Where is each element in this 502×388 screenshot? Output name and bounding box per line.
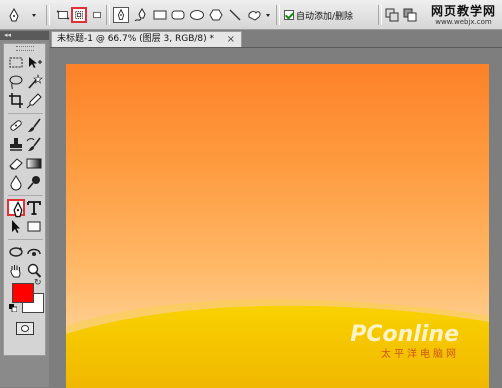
polygon-button[interactable]: [208, 7, 224, 23]
drop-icon: [10, 175, 22, 191]
3d-rotate-icon: [9, 247, 23, 257]
3d-orbit-tool[interactable]: [25, 243, 43, 260]
move-tool[interactable]: [25, 54, 43, 71]
logo-subtext: 太平洋电脑网: [381, 349, 459, 360]
clone-stamp-tool[interactable]: [7, 136, 25, 153]
lasso-icon: [9, 75, 23, 90]
options-bar: 自动添加/删除 网页教学网 www.webjx.com: [0, 0, 502, 30]
pen-icon: [9, 7, 36, 22]
toolbox: ↻: [3, 43, 46, 356]
pconline-logo: PConline 太平洋电脑网: [350, 322, 459, 360]
eraser-icon: [9, 158, 23, 170]
gradient-tool[interactable]: [25, 155, 43, 172]
path-subtract-icon: [403, 8, 417, 22]
polygon-icon: [209, 9, 223, 21]
rounded-rectangle-icon: [171, 10, 185, 20]
zoom-tool[interactable]: [25, 262, 43, 279]
dodge-icon: [27, 176, 40, 190]
site-watermark: 网页教学网 www.webjx.com: [431, 2, 496, 26]
magic-wand-icon: [28, 74, 43, 89]
magic-wand-tool[interactable]: [25, 73, 43, 90]
watermark-url: www.webjx.com: [435, 18, 492, 26]
rectangle-tool[interactable]: [25, 218, 43, 235]
bandage-icon: [10, 120, 22, 131]
paths-button[interactable]: [71, 7, 87, 23]
canvas[interactable]: PConline 太平洋电脑网: [66, 64, 489, 388]
shape-layers-button[interactable]: [55, 7, 71, 23]
stamp-icon: [10, 138, 22, 151]
rectangle-button[interactable]: [152, 7, 168, 23]
brush-icon: [28, 118, 41, 132]
rectangle-icon: [27, 221, 41, 232]
toolbox-panel: ◂◂ ↻: [0, 31, 49, 387]
tool-preset-picker[interactable]: [6, 7, 38, 23]
line-button[interactable]: [227, 7, 243, 23]
blur-tool[interactable]: [7, 174, 25, 191]
pen-icon: [117, 8, 125, 20]
logo-text: PConline: [350, 322, 459, 347]
auto-add-delete-checkbox[interactable]: [284, 10, 294, 20]
document-title: 未标题-1 @ 66.7% (图层 3, RGB/8) *: [57, 34, 214, 44]
toolbox-grip[interactable]: [16, 46, 34, 51]
swap-colors-icon[interactable]: ↻: [34, 278, 42, 288]
ellipse-icon: [190, 10, 204, 20]
arrow-icon: [12, 220, 20, 233]
history-brush-icon: [26, 137, 41, 151]
rounded-rectangle-button[interactable]: [170, 7, 186, 23]
toolbox-collapse-button[interactable]: ◂◂: [0, 31, 49, 40]
crop-tool[interactable]: [7, 92, 25, 109]
document-window: PConline 太平洋电脑网: [50, 47, 502, 388]
pen-tool[interactable]: [7, 199, 25, 218]
crop-icon: [9, 93, 23, 108]
3d-rotate-tool[interactable]: [7, 243, 25, 260]
marquee-icon: [9, 57, 23, 68]
gradient-icon: [26, 158, 42, 169]
eraser-tool[interactable]: [7, 155, 25, 172]
fill-pixels-button[interactable]: [89, 7, 105, 23]
freeform-pen-button[interactable]: [133, 7, 149, 23]
history-brush-tool[interactable]: [25, 136, 43, 153]
marquee-tool[interactable]: [7, 54, 25, 71]
path-selection-tool[interactable]: [7, 218, 25, 235]
lasso-tool[interactable]: [7, 73, 25, 90]
ellipse-button[interactable]: [189, 7, 205, 23]
paths-icon: [75, 11, 83, 19]
close-icon[interactable]: ×: [227, 32, 235, 47]
healing-brush-tool[interactable]: [7, 117, 25, 134]
shape-layers-icon: [56, 10, 70, 20]
dodge-tool[interactable]: [25, 174, 43, 191]
line-icon: [229, 9, 241, 21]
watermark-title: 网页教学网: [430, 4, 496, 18]
hand-tool[interactable]: [7, 262, 25, 279]
eyedropper-icon: [26, 93, 42, 109]
rectangle-icon: [153, 10, 167, 20]
auto-add-delete-label: 自动添加/删除: [296, 12, 354, 22]
path-subtract-button[interactable]: [402, 7, 418, 23]
eyedropper-tool[interactable]: [25, 92, 43, 109]
brush-tool[interactable]: [25, 117, 43, 134]
pen-tool-button[interactable]: [113, 7, 129, 23]
document-tab[interactable]: 未标题-1 @ 66.7% (图层 3, RGB/8) * ×: [51, 31, 242, 47]
hand-icon: [10, 265, 21, 278]
custom-shape-icon: [248, 11, 270, 21]
path-add-button[interactable]: [384, 7, 400, 23]
3d-orbit-icon: [27, 248, 41, 256]
freeform-pen-icon: [134, 8, 146, 22]
fill-pixels-icon: [93, 11, 101, 19]
custom-shape-button[interactable]: [246, 7, 272, 23]
magnifier-icon: [27, 263, 42, 278]
path-add-icon: [385, 8, 399, 22]
quick-mask-button[interactable]: [16, 322, 34, 335]
foreground-color-swatch[interactable]: [12, 283, 34, 303]
type-icon: [27, 201, 41, 215]
default-colors-icon[interactable]: [9, 304, 17, 312]
type-tool[interactable]: [25, 199, 43, 216]
move-icon: [29, 57, 42, 68]
